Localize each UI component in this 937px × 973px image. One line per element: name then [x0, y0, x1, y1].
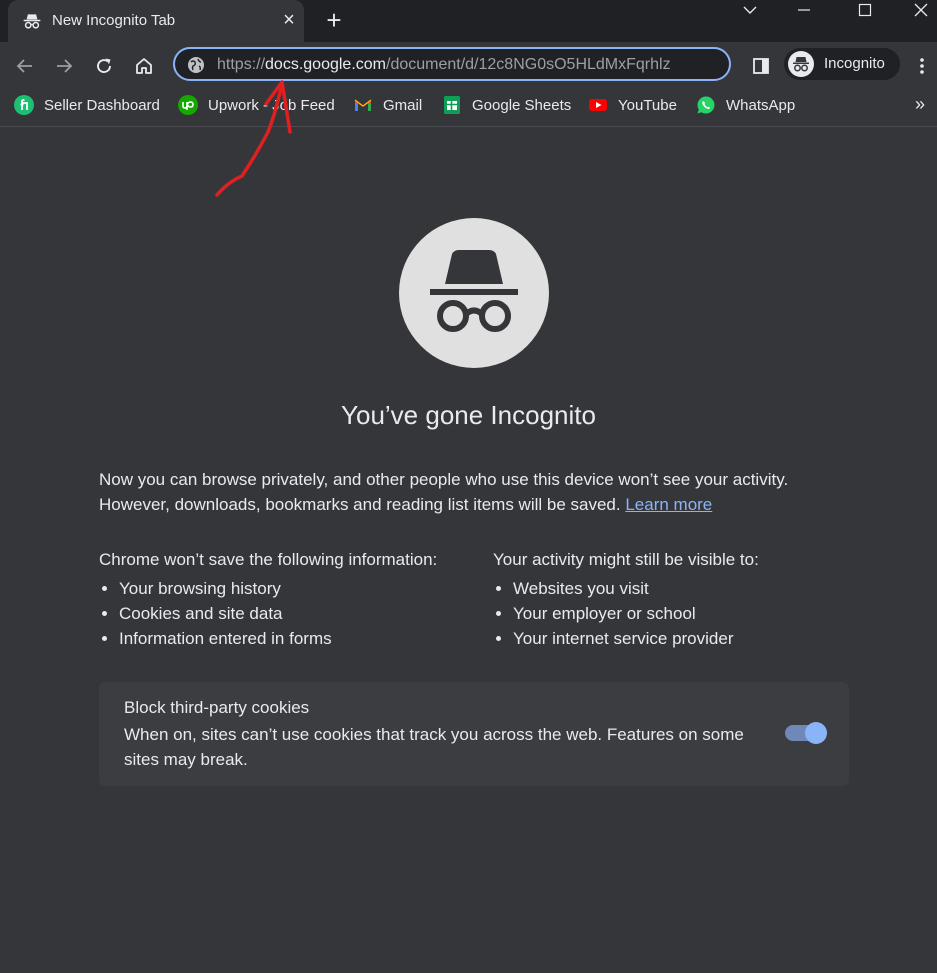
tab-close-button[interactable]: ×: [278, 9, 300, 31]
url-path: /document/d/12c8NG0sO5HLdMxFqrhlz: [386, 56, 671, 73]
bookmark-seller-dashboard[interactable]: Seller Dashboard: [14, 94, 160, 116]
youtube-icon: [589, 99, 607, 111]
list-item: Your browsing history: [119, 576, 479, 601]
cookies-title: Block third-party cookies: [124, 698, 310, 717]
toggle-knob: [805, 722, 827, 744]
url-text: https://docs.google.com/document/d/12c8N…: [217, 56, 722, 74]
more-vert-icon: [920, 58, 924, 74]
chevron-down-icon: [743, 6, 757, 14]
cookies-description: When on, sites can’t use cookies that tr…: [124, 725, 744, 769]
page-title: You’ve gone Incognito: [341, 400, 596, 430]
still-visible-list: Websites you visit Your employer or scho…: [493, 576, 853, 651]
learn-more-link[interactable]: Learn more: [625, 495, 712, 514]
menu-button[interactable]: [909, 52, 935, 80]
reload-icon: [97, 58, 111, 73]
bookmarks-overflow-button[interactable]: »: [915, 94, 925, 115]
address-bar[interactable]: https://docs.google.com/document/d/12c8N…: [173, 47, 731, 81]
bookmark-youtube[interactable]: YouTube: [588, 94, 677, 116]
sheets-icon: [444, 96, 460, 114]
globe-icon: [188, 57, 204, 73]
bookmark-label: Google Sheets: [472, 96, 572, 114]
bookmark-label: Seller Dashboard: [44, 96, 160, 114]
gmail-icon: [354, 99, 372, 111]
back-button[interactable]: [11, 52, 39, 80]
still-visible-section: Your activity might still be visible to:…: [493, 547, 853, 651]
tab-search-button[interactable]: [727, 0, 773, 20]
url-scheme: https://: [217, 56, 266, 73]
not-saved-list: Your browsing history Cookies and site d…: [99, 576, 479, 651]
list-item: Cookies and site data: [119, 601, 479, 626]
profile-label: Incognito: [824, 55, 885, 72]
tab-title: New Incognito Tab: [52, 12, 176, 29]
bookmark-label: YouTube: [618, 96, 677, 114]
close-icon: [914, 3, 928, 17]
block-cookies-toggle[interactable]: [785, 722, 827, 744]
reload-button[interactable]: [90, 52, 118, 80]
back-arrow-icon: [16, 59, 32, 73]
third-party-cookies-card: Block third-party cookies When on, sites…: [99, 682, 849, 786]
bookmark-google-sheets[interactable]: Google Sheets: [442, 94, 571, 116]
url-host: docs.google.com: [265, 56, 386, 73]
bookmark-label: WhatsApp: [726, 96, 796, 114]
minimize-button[interactable]: [781, 0, 827, 20]
forward-arrow-icon: [57, 59, 73, 73]
side-panel-button[interactable]: [747, 52, 775, 80]
home-icon: [136, 58, 152, 74]
whatsapp-icon: [697, 96, 715, 114]
maximize-icon: [858, 3, 872, 17]
bookmark-label: Gmail: [383, 96, 423, 114]
upwork-icon: [178, 95, 198, 115]
incognito-icon: [430, 250, 518, 332]
maximize-button[interactable]: [842, 0, 888, 20]
bookmark-upwork[interactable]: Upwork - Job Feed: [178, 94, 335, 116]
list-item: Your employer or school: [513, 601, 853, 626]
incognito-avatar-icon: [788, 51, 814, 77]
intro-text-block: Now you can browse privately, and other …: [99, 467, 839, 517]
list-item: Websites you visit: [513, 576, 853, 601]
not-saved-section: Chrome won’t save the following informat…: [99, 547, 479, 651]
close-window-button[interactable]: [898, 0, 937, 20]
side-panel-icon: [753, 58, 769, 74]
incognito-icon: [23, 14, 41, 29]
bookmark-whatsapp[interactable]: WhatsApp: [696, 94, 795, 116]
list-item: Your internet service provider: [513, 626, 853, 651]
forward-button[interactable]: [50, 52, 78, 80]
tab-new-incognito[interactable]: New Incognito Tab ×: [8, 0, 304, 42]
home-button[interactable]: [130, 52, 158, 80]
minimize-icon: [798, 9, 810, 11]
still-visible-heading: Your activity might still be visible to:: [493, 550, 759, 569]
not-saved-heading: Chrome won’t save the following informat…: [99, 550, 438, 569]
list-item: Information entered in forms: [119, 626, 479, 651]
fiverr-icon: [14, 95, 34, 115]
new-tab-button[interactable]: +: [322, 7, 346, 33]
incognito-profile-button[interactable]: Incognito: [784, 48, 900, 80]
bookmark-gmail[interactable]: Gmail: [353, 94, 422, 116]
incognito-hero-icon: [399, 218, 549, 368]
bookmark-label: Upwork - Job Feed: [208, 96, 335, 114]
